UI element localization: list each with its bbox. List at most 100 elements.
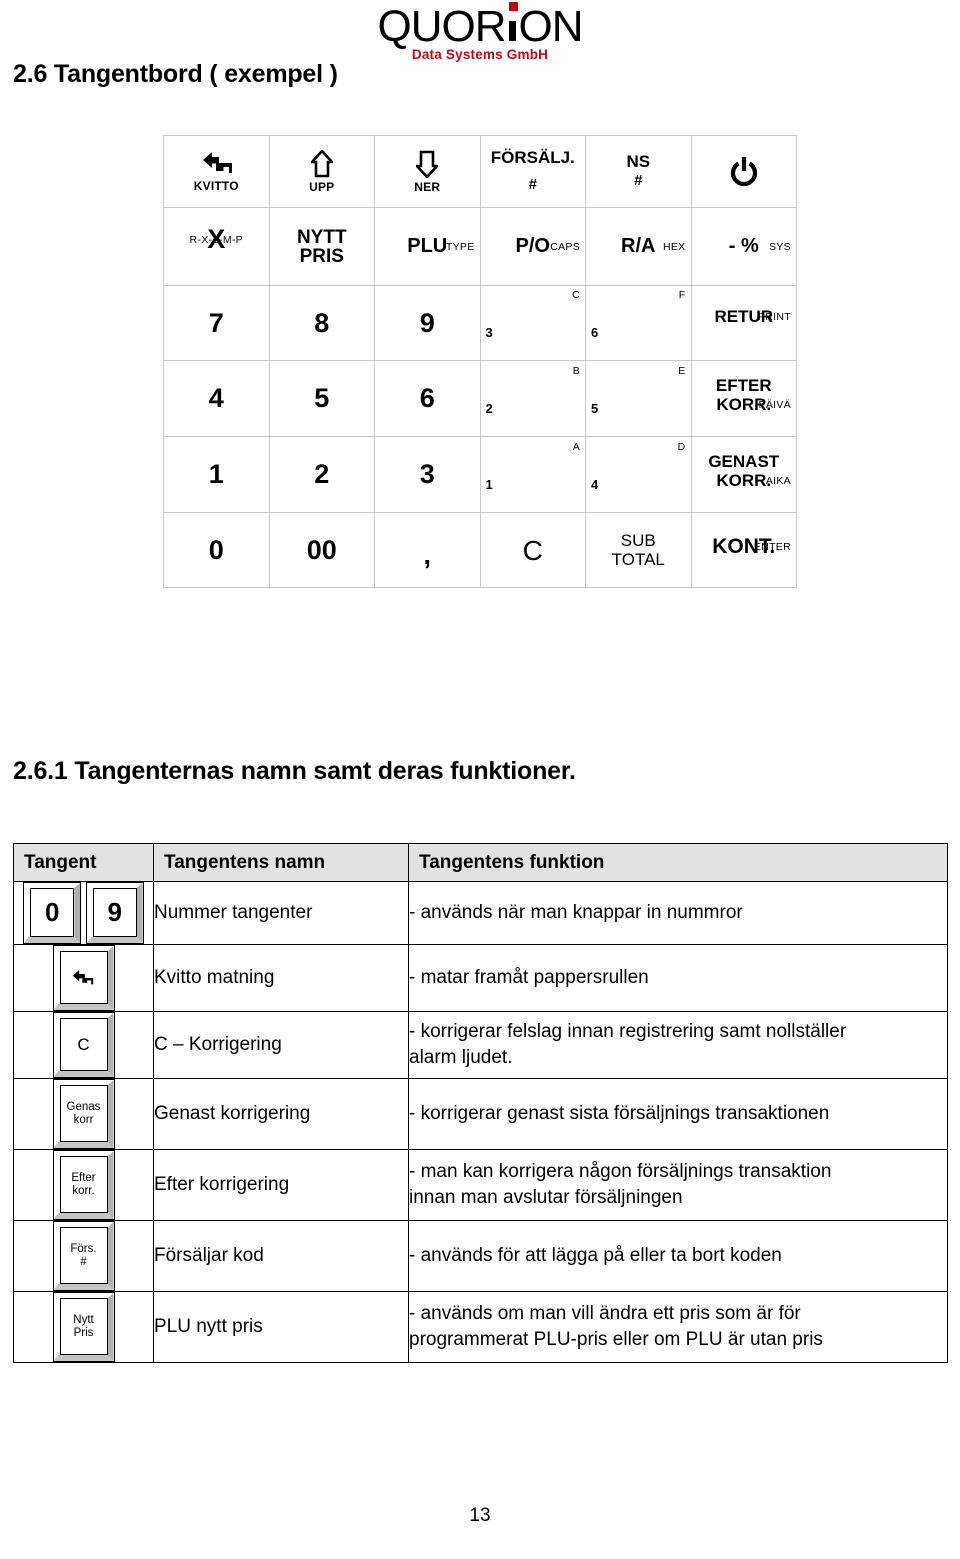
key-nytt-pris[interactable]: NYTT PRIS [268,207,375,286]
key-retur[interactable]: RETUR PRINT [690,285,797,361]
keycap-0[interactable]: 0 [23,882,82,944]
key-main-text2: PRIS [299,245,344,267]
keycap-label-line2: Pris [73,1326,94,1339]
key-4[interactable]: 4 [163,360,270,437]
key-graphic-cell: C [13,1011,154,1079]
key-5-e[interactable]: 5 E [585,360,692,437]
key-top-left-text: 3 [485,325,493,340]
key-3[interactable]: 3 [374,436,481,513]
keycap-label: 9 [107,896,122,927]
keycap-c[interactable]: C [52,1012,115,1078]
bevel-right [107,1080,114,1148]
key-8[interactable]: 8 [268,285,375,361]
column-header-funktion: Tangentens funktion [408,843,948,882]
logo-i-stem [508,21,516,41]
function-line: - matar framåt pappersrullen [409,967,649,988]
receipt-feed-icon [70,969,98,986]
key-x[interactable]: X R-X-Z-M-P [163,207,270,286]
key-bottom-right-text: SYS [769,241,791,253]
key-graphic-cell: Nytt Pris [13,1291,154,1363]
key-name-cell: C – Korrigering [153,1011,409,1079]
key-plu[interactable]: PLU TYPE [374,207,481,286]
key-name-cell: Efter korrigering [153,1149,409,1221]
bevel-bottom [53,1071,114,1077]
keycap-face: Nytt Pris [59,1298,108,1355]
keycap-label-line1: Efter [71,1171,96,1184]
key-ns[interactable]: NS # [585,135,692,208]
key-bottom-right-text: B [572,364,580,377]
keycap-label: 0 [45,896,60,927]
key-0[interactable]: 0 [163,512,270,588]
column-header-namn: Tangentens namn [153,843,409,882]
function-line: - korrigerar genast sista försäljnings t… [409,1103,830,1124]
key-power[interactable] [690,135,797,208]
keyboard-diagram: KVITTO UPP NER FÖRSÄLJ. # NS # X R-X-Z-M… [163,135,797,588]
key-3-c[interactable]: 3 C [479,285,586,361]
key-bottom-right-text: PRINT [758,310,791,323]
keycap-kvitto[interactable] [52,945,115,1011]
key-main-text: NS [626,152,651,171]
logo-word-prefix: QUOR [377,2,507,51]
key-main-text: 4 [208,383,224,413]
bevel-right [107,1222,114,1290]
keycap-nytt-pris[interactable]: Nytt Pris [52,1292,115,1362]
key-9[interactable]: 9 [374,285,481,361]
bevel-right [107,1293,114,1361]
key-kvitto[interactable]: KVITTO [163,135,270,208]
key-1[interactable]: 1 [163,436,270,513]
key-main-text: 5 [314,383,330,413]
keycap-face: Efter korr. [59,1156,108,1213]
keyboard-row: KVITTO UPP NER FÖRSÄLJ. # NS # [163,135,797,208]
table-row: C C – Korrigering - korrigerar felslag i… [13,1011,948,1079]
keycap-genast-korr[interactable]: Genas korr [52,1079,115,1149]
key-bottom-right-text: HEX [663,241,686,253]
key-forsalj[interactable]: FÖRSÄLJ. # [479,135,586,208]
keyboard-row: X R-X-Z-M-P NYTT PRIS PLU TYPE P/O CAPS … [163,207,797,286]
key-2[interactable]: 2 [268,436,375,513]
key-main-text: 0 [208,534,224,565]
key-6-f[interactable]: 6 F [585,285,692,361]
key-00[interactable]: 00 [268,512,375,588]
logo-wordmark: QUOR ON [377,2,584,51]
key-main-text2: TOTAL [611,550,665,569]
key-main-text: EFTER [715,375,772,395]
key-bottom-right-text: TYPE [445,241,475,253]
key-main-text: 7 [208,307,224,338]
key-upp[interactable]: UPP [268,135,375,208]
arrow-up-icon [270,149,375,178]
keycap-efter-korr[interactable]: Efter korr. [52,1150,115,1220]
power-icon [692,156,797,188]
key-name-cell: Genast korrigering [153,1078,409,1150]
key-main-text: SUB [620,531,656,550]
bevel-bottom [53,1004,114,1010]
bevel-right [107,1151,114,1219]
key-5[interactable]: 5 [268,360,375,437]
logo-red-dot-icon [508,2,518,11]
keycap-face [59,951,108,1004]
key-7[interactable]: 7 [163,285,270,361]
keycap-label: C [77,1034,90,1054]
key-po[interactable]: P/O CAPS [479,207,586,286]
key-6[interactable]: 6 [374,360,481,437]
keycap-forsaljar-kod[interactable]: Förs. # [52,1221,115,1291]
key-4-d[interactable]: 4 D [585,436,692,513]
table-row: Kvitto matning - matar framåt pappersrul… [13,944,948,1012]
key-kont[interactable]: KONT. ENTER [690,512,797,588]
key-label: KVITTO [193,178,239,193]
key-function-table: Tangent Tangentens namn Tangentens funkt… [13,843,948,1363]
function-line: - korrigerar felslag innan registrering … [409,1021,847,1042]
key-function-cell: - används om man vill ändra ett pris som… [408,1291,948,1363]
key-ra[interactable]: R/A HEX [585,207,692,286]
key-percent-minus[interactable]: - % SYS [690,207,797,286]
key-genast-korr[interactable]: GENAST KORR. AIKA [690,436,797,513]
key-2-b[interactable]: 2 B [479,360,586,437]
key-bottom-right-text: A [572,440,580,453]
key-1-a[interactable]: 1 A [479,436,586,513]
key-clear[interactable]: C [479,512,586,588]
key-bottom-right-text: CAPS [550,241,580,253]
key-efter-korr[interactable]: EFTER KORR. PÄIVÄ [690,360,797,437]
key-comma[interactable]: , [374,512,481,588]
key-ner[interactable]: NER [374,135,481,208]
keycap-9[interactable]: 9 [85,882,144,944]
key-subtotal[interactable]: SUB TOTAL [585,512,692,588]
